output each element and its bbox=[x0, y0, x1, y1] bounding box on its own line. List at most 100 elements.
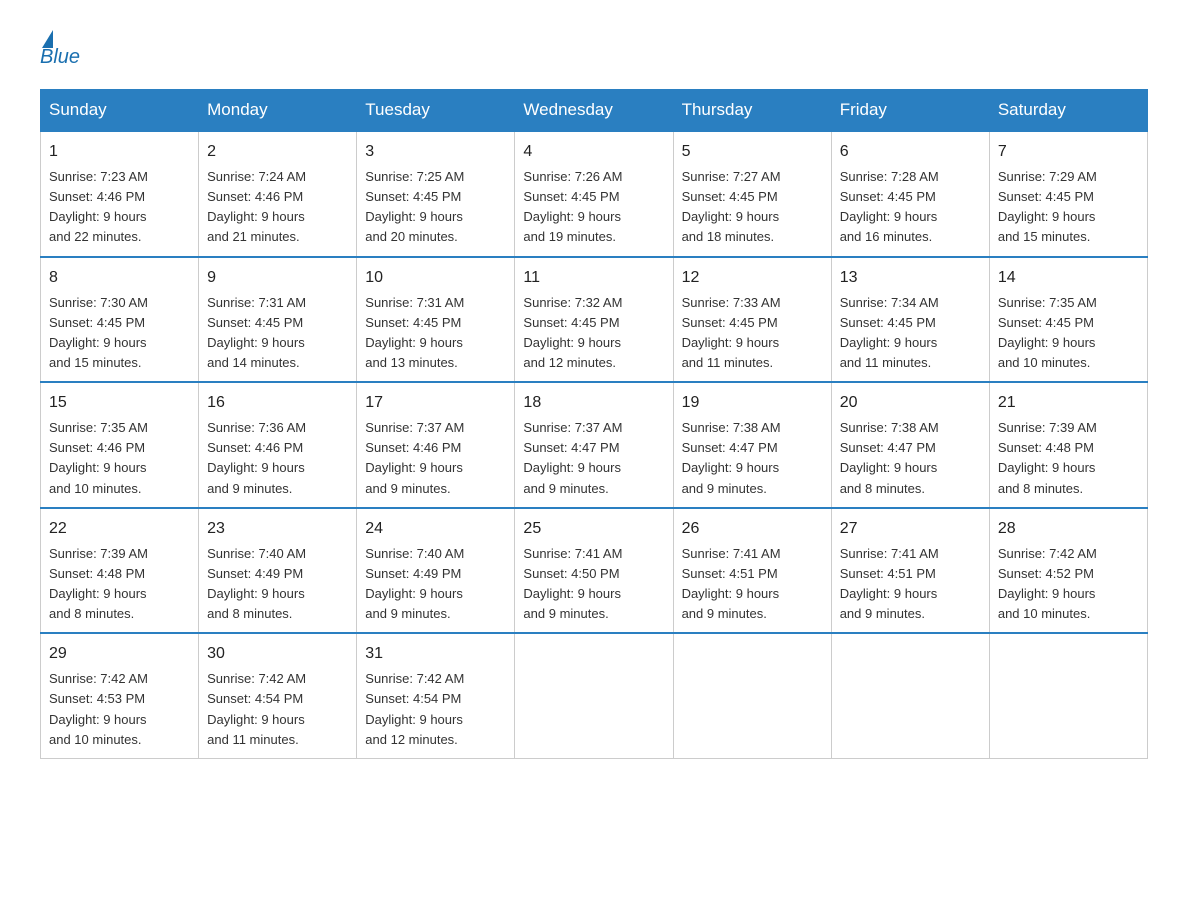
day-number: 23 bbox=[207, 517, 348, 541]
day-info: Sunrise: 7:42 AMSunset: 4:53 PMDaylight:… bbox=[49, 671, 148, 746]
day-info: Sunrise: 7:42 AMSunset: 4:52 PMDaylight:… bbox=[998, 546, 1097, 621]
week-row-1: 1 Sunrise: 7:23 AMSunset: 4:46 PMDayligh… bbox=[41, 131, 1148, 257]
day-info: Sunrise: 7:41 AMSunset: 4:51 PMDaylight:… bbox=[682, 546, 781, 621]
calendar-cell: 10 Sunrise: 7:31 AMSunset: 4:45 PMDaylig… bbox=[357, 257, 515, 383]
calendar-cell: 26 Sunrise: 7:41 AMSunset: 4:51 PMDaylig… bbox=[673, 508, 831, 634]
day-number: 2 bbox=[207, 140, 348, 164]
calendar-cell: 14 Sunrise: 7:35 AMSunset: 4:45 PMDaylig… bbox=[989, 257, 1147, 383]
day-number: 22 bbox=[49, 517, 190, 541]
page-header: Blue bbox=[40, 30, 1148, 69]
day-info: Sunrise: 7:30 AMSunset: 4:45 PMDaylight:… bbox=[49, 295, 148, 370]
calendar-cell: 27 Sunrise: 7:41 AMSunset: 4:51 PMDaylig… bbox=[831, 508, 989, 634]
day-number: 28 bbox=[998, 517, 1139, 541]
day-number: 26 bbox=[682, 517, 823, 541]
calendar-cell bbox=[989, 633, 1147, 758]
calendar-body: 1 Sunrise: 7:23 AMSunset: 4:46 PMDayligh… bbox=[41, 131, 1148, 758]
day-number: 10 bbox=[365, 266, 506, 290]
day-number: 6 bbox=[840, 140, 981, 164]
day-info: Sunrise: 7:38 AMSunset: 4:47 PMDaylight:… bbox=[840, 420, 939, 495]
day-info: Sunrise: 7:24 AMSunset: 4:46 PMDaylight:… bbox=[207, 169, 306, 244]
day-info: Sunrise: 7:31 AMSunset: 4:45 PMDaylight:… bbox=[365, 295, 464, 370]
day-number: 7 bbox=[998, 140, 1139, 164]
day-number: 3 bbox=[365, 140, 506, 164]
week-row-2: 8 Sunrise: 7:30 AMSunset: 4:45 PMDayligh… bbox=[41, 257, 1148, 383]
day-number: 9 bbox=[207, 266, 348, 290]
day-info: Sunrise: 7:33 AMSunset: 4:45 PMDaylight:… bbox=[682, 295, 781, 370]
day-info: Sunrise: 7:38 AMSunset: 4:47 PMDaylight:… bbox=[682, 420, 781, 495]
calendar-cell: 22 Sunrise: 7:39 AMSunset: 4:48 PMDaylig… bbox=[41, 508, 199, 634]
week-row-5: 29 Sunrise: 7:42 AMSunset: 4:53 PMDaylig… bbox=[41, 633, 1148, 758]
calendar-cell: 25 Sunrise: 7:41 AMSunset: 4:50 PMDaylig… bbox=[515, 508, 673, 634]
calendar-cell: 12 Sunrise: 7:33 AMSunset: 4:45 PMDaylig… bbox=[673, 257, 831, 383]
calendar-cell: 20 Sunrise: 7:38 AMSunset: 4:47 PMDaylig… bbox=[831, 382, 989, 508]
day-number: 31 bbox=[365, 642, 506, 666]
day-number: 29 bbox=[49, 642, 190, 666]
day-info: Sunrise: 7:35 AMSunset: 4:45 PMDaylight:… bbox=[998, 295, 1097, 370]
day-info: Sunrise: 7:40 AMSunset: 4:49 PMDaylight:… bbox=[207, 546, 306, 621]
calendar-cell: 23 Sunrise: 7:40 AMSunset: 4:49 PMDaylig… bbox=[199, 508, 357, 634]
day-header-saturday: Saturday bbox=[989, 90, 1147, 132]
day-info: Sunrise: 7:37 AMSunset: 4:47 PMDaylight:… bbox=[523, 420, 622, 495]
calendar-cell: 5 Sunrise: 7:27 AMSunset: 4:45 PMDayligh… bbox=[673, 131, 831, 257]
calendar-cell: 9 Sunrise: 7:31 AMSunset: 4:45 PMDayligh… bbox=[199, 257, 357, 383]
calendar-cell: 11 Sunrise: 7:32 AMSunset: 4:45 PMDaylig… bbox=[515, 257, 673, 383]
day-number: 21 bbox=[998, 391, 1139, 415]
day-info: Sunrise: 7:41 AMSunset: 4:51 PMDaylight:… bbox=[840, 546, 939, 621]
day-number: 24 bbox=[365, 517, 506, 541]
calendar-cell: 29 Sunrise: 7:42 AMSunset: 4:53 PMDaylig… bbox=[41, 633, 199, 758]
calendar-cell: 18 Sunrise: 7:37 AMSunset: 4:47 PMDaylig… bbox=[515, 382, 673, 508]
calendar-cell: 1 Sunrise: 7:23 AMSunset: 4:46 PMDayligh… bbox=[41, 131, 199, 257]
day-header-tuesday: Tuesday bbox=[357, 90, 515, 132]
day-info: Sunrise: 7:42 AMSunset: 4:54 PMDaylight:… bbox=[365, 671, 464, 746]
day-number: 11 bbox=[523, 266, 664, 290]
calendar-cell bbox=[831, 633, 989, 758]
day-number: 17 bbox=[365, 391, 506, 415]
calendar-cell: 6 Sunrise: 7:28 AMSunset: 4:45 PMDayligh… bbox=[831, 131, 989, 257]
calendar-cell: 7 Sunrise: 7:29 AMSunset: 4:45 PMDayligh… bbox=[989, 131, 1147, 257]
day-number: 25 bbox=[523, 517, 664, 541]
calendar-cell: 28 Sunrise: 7:42 AMSunset: 4:52 PMDaylig… bbox=[989, 508, 1147, 634]
day-header-friday: Friday bbox=[831, 90, 989, 132]
logo: Blue bbox=[40, 30, 80, 69]
calendar-cell: 15 Sunrise: 7:35 AMSunset: 4:46 PMDaylig… bbox=[41, 382, 199, 508]
day-number: 12 bbox=[682, 266, 823, 290]
day-number: 4 bbox=[523, 140, 664, 164]
day-info: Sunrise: 7:23 AMSunset: 4:46 PMDaylight:… bbox=[49, 169, 148, 244]
day-info: Sunrise: 7:39 AMSunset: 4:48 PMDaylight:… bbox=[998, 420, 1097, 495]
calendar-cell: 8 Sunrise: 7:30 AMSunset: 4:45 PMDayligh… bbox=[41, 257, 199, 383]
days-header-row: SundayMondayTuesdayWednesdayThursdayFrid… bbox=[41, 90, 1148, 132]
day-info: Sunrise: 7:39 AMSunset: 4:48 PMDaylight:… bbox=[49, 546, 148, 621]
day-info: Sunrise: 7:36 AMSunset: 4:46 PMDaylight:… bbox=[207, 420, 306, 495]
day-header-monday: Monday bbox=[199, 90, 357, 132]
day-number: 18 bbox=[523, 391, 664, 415]
day-number: 13 bbox=[840, 266, 981, 290]
day-info: Sunrise: 7:26 AMSunset: 4:45 PMDaylight:… bbox=[523, 169, 622, 244]
day-info: Sunrise: 7:29 AMSunset: 4:45 PMDaylight:… bbox=[998, 169, 1097, 244]
day-number: 30 bbox=[207, 642, 348, 666]
calendar-cell: 16 Sunrise: 7:36 AMSunset: 4:46 PMDaylig… bbox=[199, 382, 357, 508]
day-number: 5 bbox=[682, 140, 823, 164]
day-info: Sunrise: 7:42 AMSunset: 4:54 PMDaylight:… bbox=[207, 671, 306, 746]
day-info: Sunrise: 7:25 AMSunset: 4:45 PMDaylight:… bbox=[365, 169, 464, 244]
day-header-sunday: Sunday bbox=[41, 90, 199, 132]
day-info: Sunrise: 7:41 AMSunset: 4:50 PMDaylight:… bbox=[523, 546, 622, 621]
day-info: Sunrise: 7:35 AMSunset: 4:46 PMDaylight:… bbox=[49, 420, 148, 495]
calendar-cell: 2 Sunrise: 7:24 AMSunset: 4:46 PMDayligh… bbox=[199, 131, 357, 257]
calendar-cell: 31 Sunrise: 7:42 AMSunset: 4:54 PMDaylig… bbox=[357, 633, 515, 758]
day-number: 20 bbox=[840, 391, 981, 415]
day-number: 15 bbox=[49, 391, 190, 415]
calendar-cell: 4 Sunrise: 7:26 AMSunset: 4:45 PMDayligh… bbox=[515, 131, 673, 257]
day-number: 1 bbox=[49, 140, 190, 164]
calendar-cell: 13 Sunrise: 7:34 AMSunset: 4:45 PMDaylig… bbox=[831, 257, 989, 383]
calendar-cell: 21 Sunrise: 7:39 AMSunset: 4:48 PMDaylig… bbox=[989, 382, 1147, 508]
day-number: 8 bbox=[49, 266, 190, 290]
day-info: Sunrise: 7:34 AMSunset: 4:45 PMDaylight:… bbox=[840, 295, 939, 370]
day-info: Sunrise: 7:32 AMSunset: 4:45 PMDaylight:… bbox=[523, 295, 622, 370]
day-info: Sunrise: 7:37 AMSunset: 4:46 PMDaylight:… bbox=[365, 420, 464, 495]
day-info: Sunrise: 7:27 AMSunset: 4:45 PMDaylight:… bbox=[682, 169, 781, 244]
day-number: 27 bbox=[840, 517, 981, 541]
calendar-cell: 3 Sunrise: 7:25 AMSunset: 4:45 PMDayligh… bbox=[357, 131, 515, 257]
calendar-cell: 24 Sunrise: 7:40 AMSunset: 4:49 PMDaylig… bbox=[357, 508, 515, 634]
calendar-table: SundayMondayTuesdayWednesdayThursdayFrid… bbox=[40, 89, 1148, 759]
week-row-3: 15 Sunrise: 7:35 AMSunset: 4:46 PMDaylig… bbox=[41, 382, 1148, 508]
